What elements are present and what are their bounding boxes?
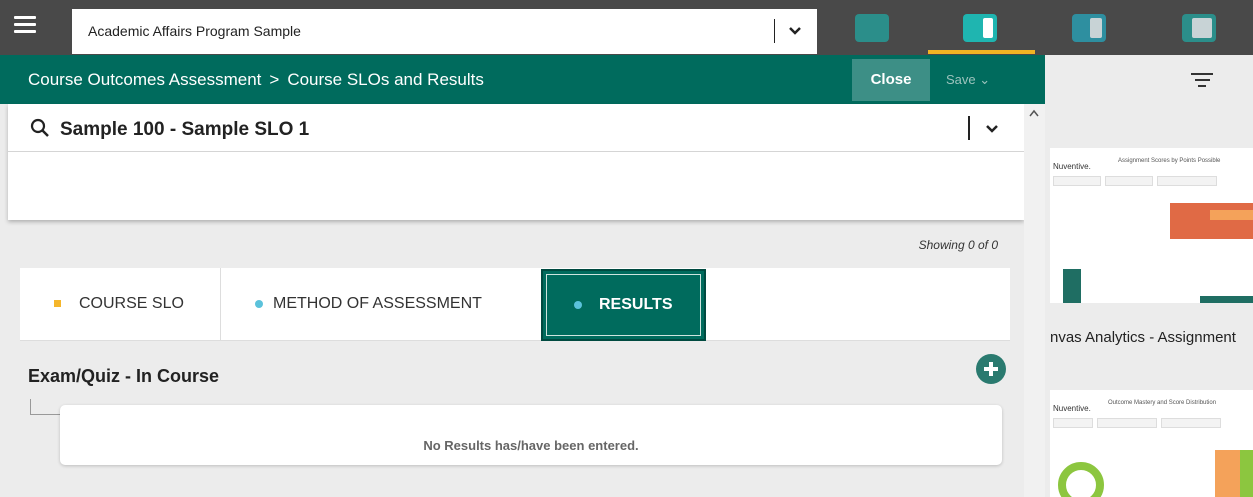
view-layout-1-icon[interactable] (855, 14, 889, 42)
tree-connector (30, 399, 62, 415)
thumbnail-title: Outcome Mastery and Score Distribution (1108, 400, 1217, 406)
scrollbar[interactable] (1024, 104, 1045, 497)
chart-bar (1200, 296, 1253, 303)
results-card: No Results has/have been entered. (60, 405, 1002, 465)
filter-box (1157, 176, 1217, 186)
chart-donut (1058, 462, 1104, 497)
square-bullet-icon (54, 300, 61, 307)
chart-heatmap (1170, 203, 1253, 239)
thumbnail-caption[interactable]: nvas Analytics - Assignment (1050, 329, 1253, 346)
filter-box (1053, 418, 1093, 428)
select-divider (774, 19, 775, 43)
filter-box (1105, 176, 1153, 186)
results-count: Showing 0 of 0 (918, 238, 998, 252)
tab-results[interactable]: RESULTS (541, 269, 706, 341)
right-panel: Nuventive. Assignment Scores by Points P… (1045, 55, 1253, 497)
program-select[interactable]: Academic Affairs Program Sample (72, 9, 817, 54)
select-divider (968, 116, 970, 140)
filter-box (1161, 418, 1221, 428)
slo-search-row[interactable]: Sample 100 - Sample SLO 1 (8, 104, 1024, 152)
view-layout-4-icon[interactable] (1182, 14, 1216, 42)
save-button[interactable]: Save ⌄ (946, 72, 990, 88)
slo-search-value[interactable]: Sample 100 - Sample SLO 1 (60, 119, 309, 141)
filter-icon[interactable] (1191, 73, 1213, 89)
program-select-value: Academic Affairs Program Sample (88, 23, 301, 39)
report-thumbnail[interactable]: Nuventive. Outcome Mastery and Score Dis… (1050, 390, 1253, 497)
report-thumbnail[interactable]: Nuventive. Assignment Scores by Points P… (1050, 148, 1253, 303)
search-icon (30, 118, 49, 137)
hamburger-menu-icon[interactable] (14, 16, 36, 38)
scroll-up-icon[interactable] (1029, 109, 1039, 117)
brand-label: Nuventive. (1053, 404, 1091, 413)
top-bar: Academic Affairs Program Sample (0, 0, 1253, 55)
breadcrumb-separator: > (269, 70, 280, 89)
section-title: Exam/Quiz - In Course (28, 366, 220, 386)
chart-bar (1063, 269, 1081, 303)
thumbnail-title: Assignment Scores by Points Possible (1118, 158, 1221, 164)
breadcrumb-root[interactable]: Course Outcomes Assessment (28, 70, 261, 89)
chart-heatmap-band (1210, 210, 1253, 220)
chevron-down-icon[interactable] (982, 119, 1002, 139)
tab-bar: COURSE SLO METHOD OF ASSESSMENT RESULTS (20, 268, 1010, 341)
close-button[interactable]: Close (852, 59, 930, 101)
filter-box (1097, 418, 1157, 428)
breadcrumb-current: Course SLOs and Results (287, 70, 484, 89)
filter-box (1053, 176, 1101, 186)
chevron-down-icon[interactable] (785, 21, 805, 41)
view-layout-3-icon[interactable] (1072, 14, 1106, 42)
brand-label: Nuventive. (1053, 162, 1091, 171)
circle-bullet-icon (255, 300, 263, 308)
tab-label: RESULTS (599, 296, 673, 313)
circle-bullet-icon (574, 301, 582, 309)
active-view-indicator (928, 50, 1035, 54)
slo-selector-card: Sample 100 - Sample SLO 1 (8, 104, 1024, 220)
tab-course-slo[interactable]: COURSE SLO (20, 268, 221, 341)
chart-heatmap-band (1240, 450, 1253, 497)
add-result-button[interactable] (976, 354, 1006, 384)
breadcrumb: Course Outcomes Assessment > Course SLOs a… (28, 70, 484, 90)
tab-method-of-assessment[interactable]: METHOD OF ASSESSMENT (221, 268, 541, 341)
view-layout-2-icon[interactable] (963, 14, 997, 42)
tab-label: METHOD OF ASSESSMENT (273, 295, 482, 312)
tab-label: COURSE SLO (79, 295, 184, 312)
page-header: Course Outcomes Assessment > Course SLOs a… (0, 55, 1045, 104)
empty-state-message: No Results has/have been entered. (423, 438, 639, 453)
